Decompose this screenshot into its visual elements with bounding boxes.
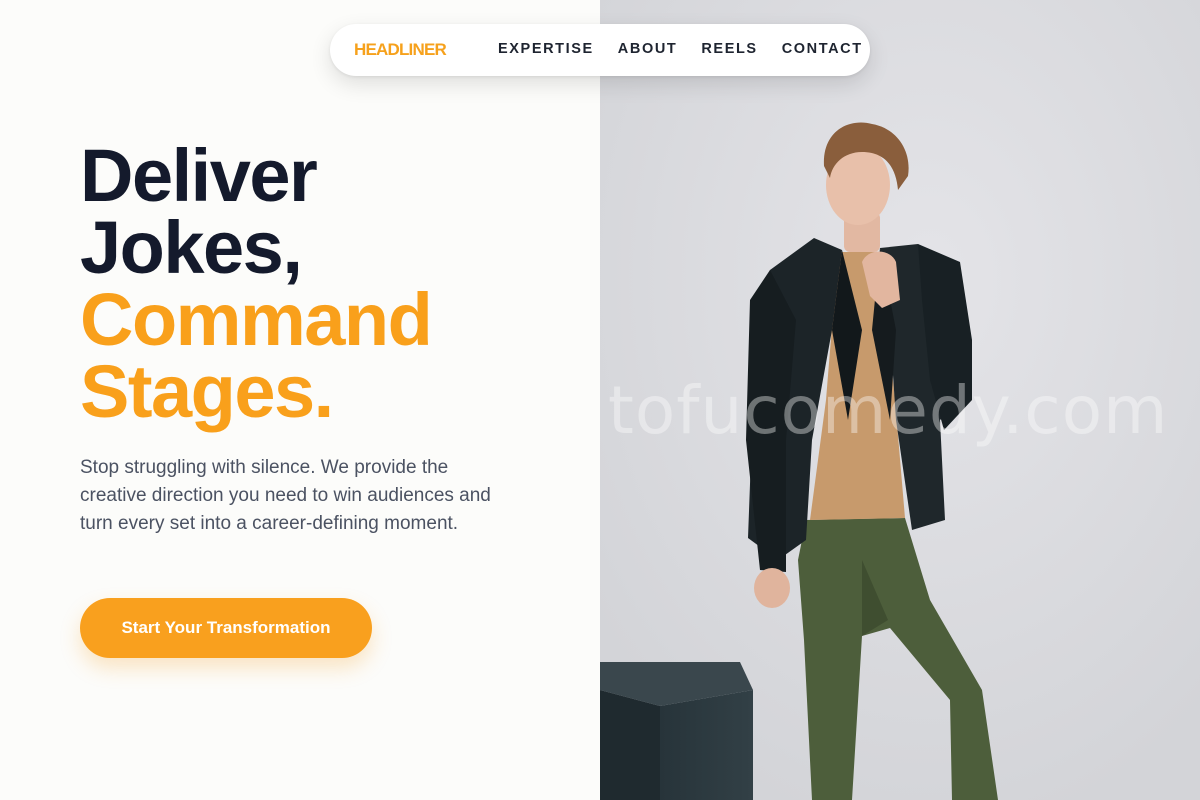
nav-link-expertise[interactable]: EXPERTISE — [498, 41, 594, 57]
hero-section: Deliver Jokes, Command Stages. Stop stru… — [0, 0, 600, 800]
hero-title-accent-line: Stages. — [80, 350, 334, 433]
top-navigation: HEADLINER EXPERTISE ABOUT REELS CONTACT — [330, 24, 870, 76]
nav-link-contact[interactable]: CONTACT — [782, 41, 863, 57]
hero-title-line: Deliver — [80, 134, 318, 217]
nav-link-about[interactable]: ABOUT — [618, 41, 678, 57]
landing-page: Deliver Jokes, Command Stages. Stop stru… — [0, 0, 1200, 800]
hero-description: Stop struggling with silence. We provide… — [80, 457, 491, 534]
hero-title: Deliver Jokes, Command Stages. — [80, 134, 433, 433]
headliner-logo[interactable]: HEADLINER — [354, 40, 447, 60]
hero-title-line: Jokes, — [80, 206, 303, 289]
box-prop — [600, 662, 753, 800]
hero-title-accent-line: Command — [80, 278, 433, 361]
nav-link-reels[interactable]: REELS — [701, 41, 757, 57]
hero-photo: tofucomedy.com — [600, 0, 1200, 800]
nav-links: EXPERTISE ABOUT REELS CONTACT — [498, 41, 863, 57]
start-transformation-button[interactable]: Start Your Transformation — [80, 598, 372, 658]
watermark-text: tofucomedy.com — [608, 372, 1169, 449]
